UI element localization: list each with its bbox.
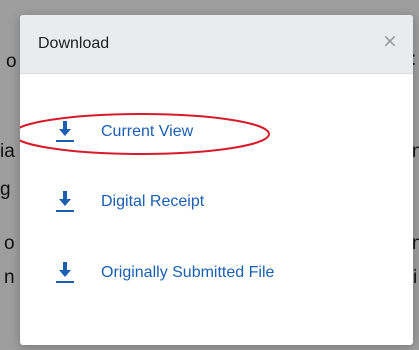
close-icon: × bbox=[382, 30, 398, 52]
option-current-view[interactable]: Current View bbox=[54, 117, 193, 147]
download-icon bbox=[54, 261, 76, 285]
modal-title: Download bbox=[38, 35, 110, 52]
option-digital-receipt[interactable]: Digital Receipt bbox=[54, 187, 204, 217]
option-label: Current View bbox=[101, 123, 194, 140]
background-text: n bbox=[4, 267, 15, 288]
modal-header: Download × bbox=[20, 15, 413, 74]
background-text: n bbox=[412, 233, 419, 254]
background-text: o bbox=[4, 233, 15, 254]
download-icon bbox=[54, 190, 76, 214]
option-label: Digital Receipt bbox=[101, 193, 205, 210]
download-modal: Download × Current View Digital Receipt bbox=[20, 15, 413, 345]
option-label: Originally Submitted File bbox=[101, 264, 275, 281]
background-text: g bbox=[0, 179, 11, 200]
background-text: o bbox=[6, 51, 17, 72]
option-originally-submitted-file[interactable]: Originally Submitted File bbox=[54, 258, 274, 288]
background-text: i bbox=[413, 267, 418, 288]
close-button[interactable]: × bbox=[377, 28, 403, 54]
background-text: ia bbox=[0, 141, 15, 162]
background-text: n bbox=[412, 141, 419, 162]
download-icon bbox=[54, 120, 76, 144]
